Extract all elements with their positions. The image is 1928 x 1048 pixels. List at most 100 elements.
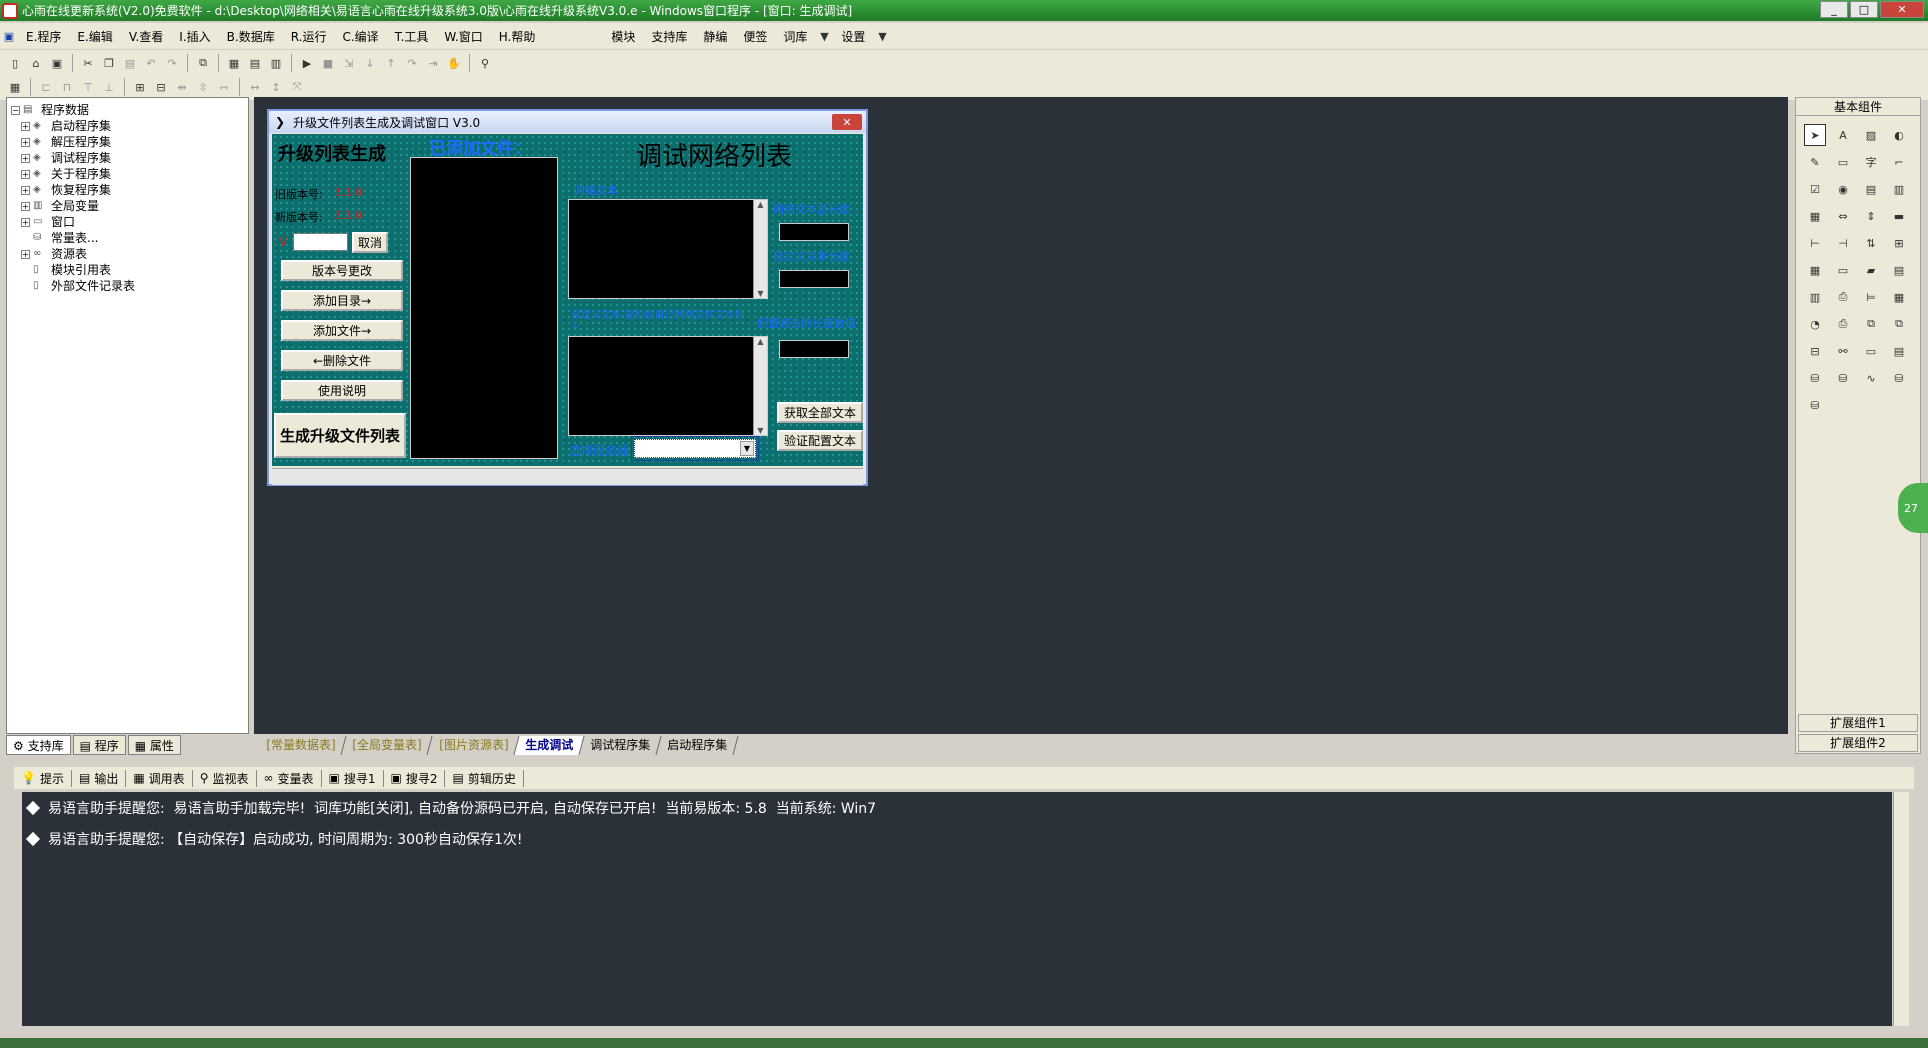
maximize-button[interactable]: □ [1850,1,1878,18]
minimize-button[interactable]: _ [1820,1,1848,18]
undo-icon[interactable]: ↶ [142,54,160,72]
server-select[interactable]: ▼ [631,436,759,461]
space-v-icon[interactable]: ⇳ [194,78,212,96]
align-top-icon[interactable]: ⊤ [79,78,97,96]
form-close-button[interactable]: ✕ [832,114,862,130]
step-icon[interactable]: ⇲ [340,54,358,72]
odbc-icon[interactable]: ⛁ [1888,367,1910,389]
scrollbar[interactable]: ▲ ▼ [753,200,767,298]
menu-lexicon[interactable]: 词库 [775,28,815,45]
expand-icon[interactable]: + [21,137,30,147]
config-minus-label[interactable]: 配置减去的长度数值 [757,315,856,331]
expand-icon[interactable]: + [21,121,30,131]
tree-item[interactable]: + ◈ 启动程序集 [11,118,244,134]
line-icon[interactable]: ⌐ [1888,151,1910,173]
expand-icon[interactable]: + [21,249,30,259]
pointer-icon[interactable]: ➤ [1804,124,1826,146]
menu-compile[interactable]: C.编译 [334,28,386,45]
heading-list-gen[interactable]: 升级列表生成 [278,140,386,166]
find-icon[interactable]: ⧉ [194,54,212,72]
tab-image-resources[interactable]: [图片资源表] [428,736,520,755]
tree-item[interactable]: + ◈ 关于程序集 [11,166,244,182]
hand-icon[interactable]: ✋ [445,54,463,72]
tree-item[interactable]: + ◈ 恢复程序集 [11,182,244,198]
tab-output[interactable]: ▤ 输出 [72,769,127,787]
menu-support-lib[interactable]: 支持库 [643,28,695,45]
redo-icon[interactable]: ↷ [163,54,181,72]
tab-program[interactable]: ▤ 程序 [72,735,126,755]
step-into-icon[interactable]: ↓ [361,54,379,72]
output-panel[interactable]: 易语言助手提醒您: 易语言助手加载完毕! 词库功能[关闭], 自动备份源码已开启… [22,792,1892,1026]
close-button[interactable]: ✕ [1880,1,1924,18]
menu-database[interactable]: B.数据库 [219,28,283,45]
menu-module[interactable]: 模块 [603,28,643,45]
server-icon[interactable]: ⊟ [1804,340,1826,362]
version-input[interactable] [293,233,348,251]
table-icon[interactable]: ▦ [1888,286,1910,308]
expand-icon[interactable]: + [21,153,30,163]
delete-file-button[interactable]: ←删除文件 [281,350,403,371]
edit-icon[interactable]: ✎ [1804,151,1826,173]
dblist-icon[interactable]: ▤ [1888,340,1910,362]
run-to-cursor-icon[interactable]: ⇥ [424,54,442,72]
verify-config-button[interactable]: 验证配置文本 [777,430,863,451]
align-left-icon[interactable]: ⊏ [37,78,55,96]
folder-icon[interactable]: ▰ [1860,259,1882,281]
status-icon[interactable]: ▭ [1832,259,1854,281]
listbox-icon[interactable]: ▤ [1860,178,1882,200]
layout-3-icon[interactable]: ▥ [267,54,285,72]
code-icon[interactable]: ▣ [0,27,18,45]
calendar-icon[interactable]: ▦ [1804,259,1826,281]
db2-icon[interactable]: ⛁ [1832,367,1854,389]
tab-global-vars[interactable]: [全局变量表] [341,736,434,755]
picture-icon[interactable]: ▨ [1860,124,1882,146]
get-all-text-button[interactable]: 获取全部文本 [777,402,863,423]
space-equal-icon[interactable]: ⇿ [215,78,233,96]
vscroll-icon[interactable]: ⇕ [1860,205,1882,227]
print-icon[interactable]: ⎙ [1832,313,1854,335]
tree-item[interactable]: ▯ 模块引用表 [11,262,244,278]
floating-badge[interactable]: 27 [1898,483,1928,533]
layout-2-icon[interactable]: ▤ [246,54,264,72]
output-scrollbar[interactable] [1893,792,1909,1026]
cut-icon[interactable]: ✂ [79,54,97,72]
center-h-icon[interactable]: ⊞ [131,78,149,96]
tree-item[interactable]: − ▤ 程序数据 [11,102,244,118]
expand-icon[interactable]: + [21,169,30,179]
version-prefix[interactable]: V [279,235,287,249]
combobox-icon[interactable]: ▥ [1888,178,1910,200]
tree-icon[interactable]: ⊞ [1888,232,1910,254]
tab-clip-history[interactable]: ▤ 剪辑历史 [445,769,524,787]
slider-icon[interactable]: ⊢ [1804,232,1826,254]
menu-help[interactable]: H.帮助 [491,28,544,45]
tree-item[interactable]: + ▥ 全局变量 [11,198,244,214]
server-select-label[interactable]: 选择服务器 [569,442,629,459]
add-directory-button[interactable]: 添加目录→ [281,290,403,311]
timer-icon[interactable]: ◔ [1804,313,1826,335]
tab-hints[interactable]: 💡 提示 [14,769,72,787]
menu-tools[interactable]: T.工具 [387,28,437,45]
tab-debug-module[interactable]: 调试程序集 [579,736,662,755]
doc-icon[interactable]: ▤ [1888,259,1910,281]
add-file-button[interactable]: 添加文件→ [281,320,403,341]
step-out-icon[interactable]: ↑ [382,54,400,72]
chevron-down-icon[interactable]: ▼ [740,441,754,456]
custom-text-length-label[interactable]: 自定义文本长度 [773,248,850,264]
network-text-label[interactable]: 网络文本 [574,182,618,198]
align-center-icon[interactable]: ⊓ [58,78,76,96]
radio-icon[interactable]: ◉ [1832,178,1854,200]
menu-notes[interactable]: 便签 [735,28,775,45]
change-version-button[interactable]: 版本号更改 [281,260,403,281]
settings-dropdown-icon[interactable]: ▼ [873,27,891,45]
tree-item[interactable]: + ◈ 解压程序集 [11,134,244,150]
binoculars-icon[interactable]: ⚲ [476,54,494,72]
scrollbar[interactable]: ▲ ▼ [753,337,767,435]
tree-item[interactable]: + ▭ 窗口 [11,214,244,230]
splitter-icon[interactable]: ⊣ [1832,232,1854,254]
network-text-box[interactable]: ▲ ▼ [568,199,768,299]
menu-static-compile[interactable]: 静编 [695,28,735,45]
tab-watch[interactable]: ⚲ 监视表 [193,769,257,787]
spinner-icon[interactable]: ⇅ [1860,232,1882,254]
step-over-icon[interactable]: ↷ [403,54,421,72]
network-text-total-field[interactable] [779,223,849,241]
